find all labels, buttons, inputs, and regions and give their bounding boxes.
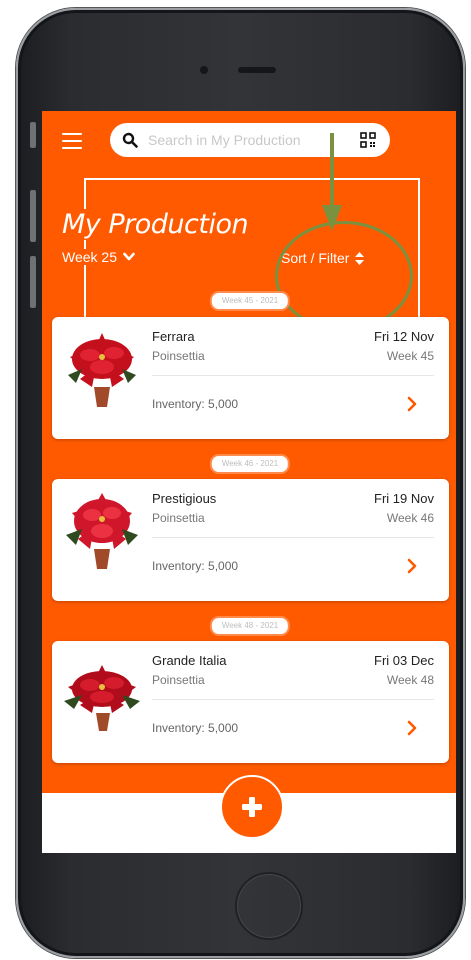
product-type: Poinsettia	[152, 511, 205, 525]
chevron-down-icon	[123, 252, 135, 261]
search-icon	[122, 132, 138, 148]
search-input[interactable]	[146, 131, 335, 149]
chevron-right-icon[interactable]	[407, 720, 417, 736]
poinsettia-image	[66, 493, 138, 569]
product-date: Fri 03 Dec	[374, 653, 434, 668]
add-production-button[interactable]	[220, 775, 284, 839]
week-badge: Week 48 - 2021	[209, 616, 291, 636]
product-inventory: Inventory: 5,000	[152, 559, 239, 573]
product-date: Fri 19 Nov	[374, 491, 434, 506]
product-name: Grande Italia	[152, 653, 227, 668]
annotation-arrow	[322, 133, 342, 231]
week-badge: Week 46 - 2021	[209, 454, 291, 474]
card-divider	[152, 375, 434, 376]
phone-speaker	[238, 67, 276, 73]
product-name: Ferrara	[152, 329, 195, 344]
week-selector[interactable]: Week 25	[62, 249, 139, 265]
product-name: Prestigious	[152, 491, 217, 506]
production-card[interactable]: Prestigious Poinsettia Fri 19 Nov Week 4…	[52, 479, 449, 601]
page-title: My Production	[62, 209, 253, 240]
phone-volume-up	[30, 190, 36, 242]
hamburger-icon[interactable]	[62, 133, 82, 149]
chevron-right-icon[interactable]	[407, 396, 417, 412]
production-card[interactable]: Ferrara Poinsettia Fri 12 Nov Week 45 In…	[52, 317, 449, 439]
product-week: Week 48	[386, 673, 434, 687]
search-bar[interactable]	[110, 123, 390, 157]
product-date: Fri 12 Nov	[374, 329, 434, 344]
product-week: Week 45	[386, 349, 434, 363]
app-screen: My Production Week 25 Sort / Filter Week…	[42, 111, 456, 853]
production-card[interactable]: Grande Italia Poinsettia Fri 03 Dec Week…	[52, 641, 449, 763]
product-type: Poinsettia	[152, 349, 205, 363]
phone-camera	[200, 66, 208, 74]
chevron-right-icon[interactable]	[407, 558, 417, 574]
poinsettia-image	[64, 665, 140, 731]
phone-volume-down	[30, 256, 36, 308]
poinsettia-image	[68, 333, 136, 407]
week-badge: Week 45 - 2021	[209, 291, 291, 311]
plus-icon	[242, 797, 262, 817]
product-type: Poinsettia	[152, 673, 205, 687]
week-selector-label: Week 25	[62, 249, 117, 265]
phone-mute-switch	[30, 122, 36, 148]
phone-home-button[interactable]	[235, 872, 303, 940]
product-inventory: Inventory: 5,000	[152, 721, 239, 735]
product-week: Week 46	[386, 511, 434, 525]
annotation-circle	[275, 221, 413, 331]
card-divider	[152, 537, 434, 538]
qr-code-icon[interactable]	[360, 132, 376, 148]
card-divider	[152, 699, 434, 700]
product-inventory: Inventory: 5,000	[152, 397, 239, 411]
